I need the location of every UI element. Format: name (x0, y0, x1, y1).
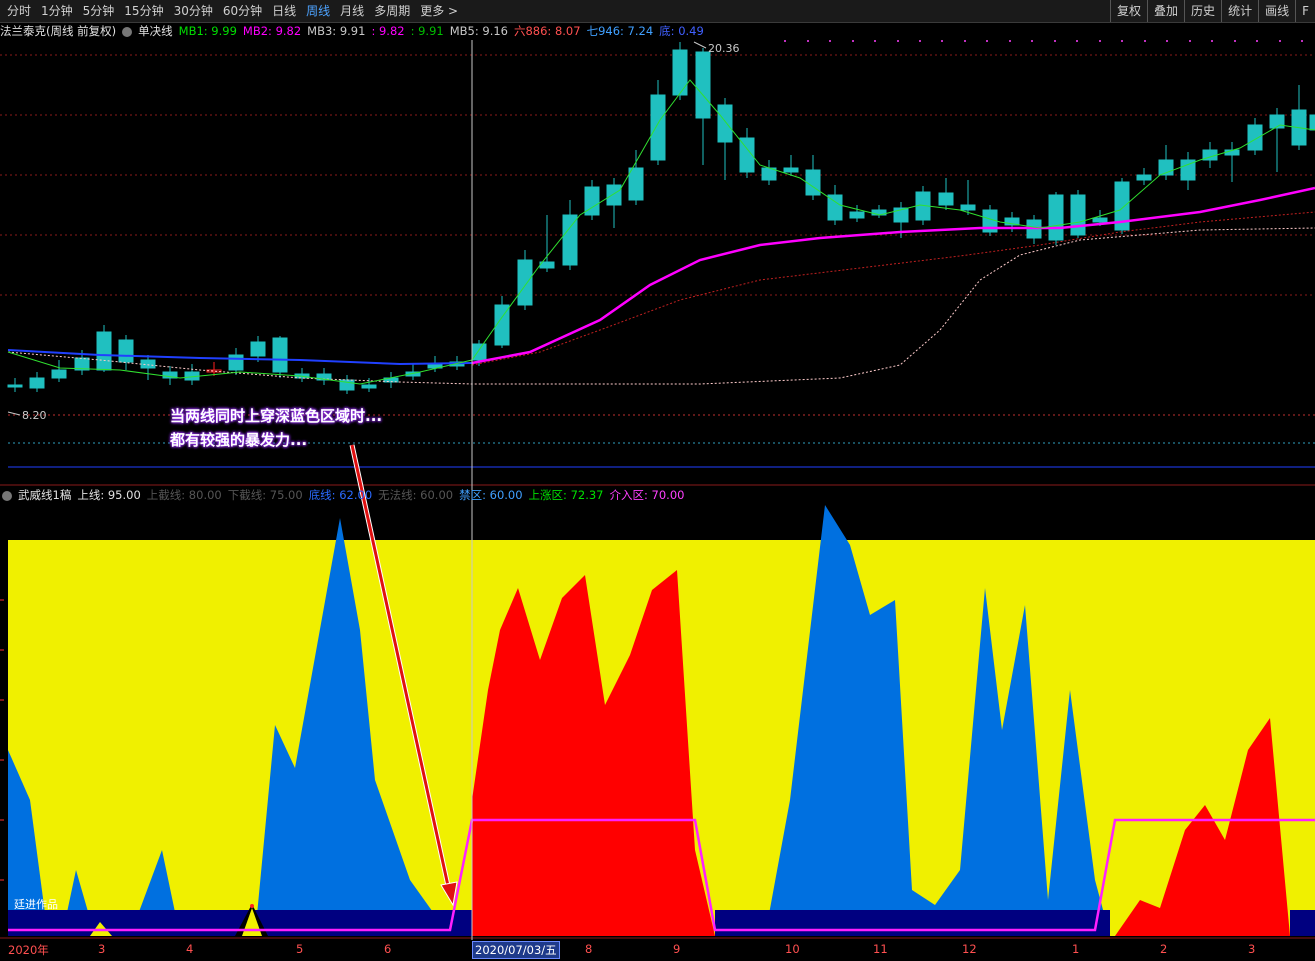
sub-value-5: 禁区: 60.00 (459, 488, 523, 502)
candle-body (1092, 217, 1108, 223)
date-tick-4: 6 (384, 942, 392, 956)
navy-band (715, 910, 1110, 936)
candle-body (1048, 194, 1064, 241)
date-tick-0: 2020年 (8, 943, 49, 957)
candle-body (672, 49, 688, 96)
candle-body (517, 259, 533, 306)
signal-dot (1211, 40, 1213, 42)
callout-line-1: 当两线同时上穿深蓝色区域时... (170, 407, 383, 425)
candle-body (783, 167, 799, 173)
candle-body (1247, 124, 1263, 151)
high-marker (693, 41, 707, 49)
date-tick-1: 3 (98, 942, 106, 956)
signal-dot (784, 40, 786, 42)
signal-dot (874, 40, 876, 42)
date-axis: 2020年 3 4 5 6 8 9 10 11 12 1 2 3 2020/07/03/五 (0, 940, 1315, 961)
ma-white-dashed (7, 227, 1315, 385)
current-date-label: 2020/07/03/五 (472, 941, 560, 959)
signal-dot (964, 40, 966, 42)
candle-body (606, 184, 622, 206)
date-tick-3: 5 (296, 942, 304, 956)
candle-body (272, 337, 288, 373)
candle-body (849, 211, 865, 219)
sub-value-3: 底线: 62.00 (308, 488, 373, 502)
signal-dot (1189, 40, 1191, 42)
sub-indicator-name[interactable]: 武威线1稿 (18, 487, 71, 503)
annotation-callout: 当两线同时上穿深蓝色区域时... 都有较强的暴发力... (170, 404, 382, 452)
navy-band (1290, 910, 1315, 936)
sub-value-0: 上线: 95.00 (77, 488, 141, 502)
sub-indicator-dropdown-icon[interactable] (2, 491, 12, 501)
signal-dot (1031, 40, 1033, 42)
peak-dot (250, 904, 254, 908)
signal-dot (1166, 40, 1168, 42)
candle-body (938, 192, 954, 206)
candle-body (96, 331, 112, 371)
signal-dot (1234, 40, 1236, 42)
sub-value-4: 无法线: 60.00 (378, 488, 454, 502)
callout-line-2: 都有较强的暴发力... (170, 431, 308, 449)
candle-body (361, 384, 377, 389)
signal-dot (829, 40, 831, 42)
sub-value-6: 上涨区: 72.37 (528, 488, 604, 502)
date-tick-7: 10 (785, 942, 800, 956)
sub-indicator-bar: 武威线1稿 上线: 95.00 上截线: 80.00 下截线: 75.00 底线: 6… (0, 487, 1315, 503)
candle-body (717, 104, 733, 143)
candle-body (960, 204, 976, 211)
signal-dot (1121, 40, 1123, 42)
candle-body (562, 214, 578, 266)
candle-body (1269, 114, 1285, 129)
date-tick-12: 3 (1248, 942, 1256, 956)
sub-indicator-values: 上线: 95.00 上截线: 80.00 下截线: 75.00 底线: 62.00 无法… (77, 487, 690, 503)
date-tick-5: 8 (585, 942, 593, 956)
candle-body (628, 167, 644, 201)
candle-body (805, 169, 821, 196)
sub-value-2: 下截线: 75.00 (227, 488, 303, 502)
signal-dot (1256, 40, 1258, 42)
date-tick-6: 9 (673, 942, 681, 956)
candle-body (695, 51, 711, 119)
signal-dot (1076, 40, 1078, 42)
signal-dot (986, 40, 988, 42)
date-tick-2: 4 (186, 942, 194, 956)
candle-body (7, 384, 23, 388)
signal-dot (807, 40, 809, 42)
signal-dot (1301, 40, 1303, 42)
sub-value-1: 上截线: 80.00 (146, 488, 222, 502)
candle-body (29, 377, 45, 389)
signal-dot (897, 40, 899, 42)
sub-value-7: 介入区: 70.00 (609, 488, 685, 502)
signal-dot (1144, 40, 1146, 42)
signal-dot (1054, 40, 1056, 42)
low-price-label: 8.20 (22, 409, 47, 422)
candle-body (140, 359, 156, 369)
date-tick-11: 2 (1160, 942, 1168, 956)
signal-dot (919, 40, 921, 42)
signal-dot (941, 40, 943, 42)
candle-body (118, 339, 134, 363)
candle-body (250, 341, 266, 357)
candle-body (650, 94, 666, 161)
chart-canvas[interactable]: 20.36 8.20 廷进作品 (0, 0, 1315, 961)
signal-dot (852, 40, 854, 42)
date-tick-8: 11 (873, 942, 888, 956)
signal-dot (1099, 40, 1101, 42)
high-price-label: 20.36 (708, 42, 740, 55)
candle-body (1136, 174, 1152, 181)
signal-dot (1009, 40, 1011, 42)
date-tick-10: 1 (1072, 942, 1080, 956)
candle-body (228, 354, 244, 371)
date-tick-9: 12 (962, 942, 977, 956)
ma-red-dashed (471, 211, 1315, 366)
sub-bottom-label: 廷进作品 (14, 898, 58, 911)
candle-body (1309, 114, 1315, 131)
candle-body (51, 369, 67, 379)
candle-body (1070, 194, 1086, 236)
signal-dot (1279, 40, 1281, 42)
